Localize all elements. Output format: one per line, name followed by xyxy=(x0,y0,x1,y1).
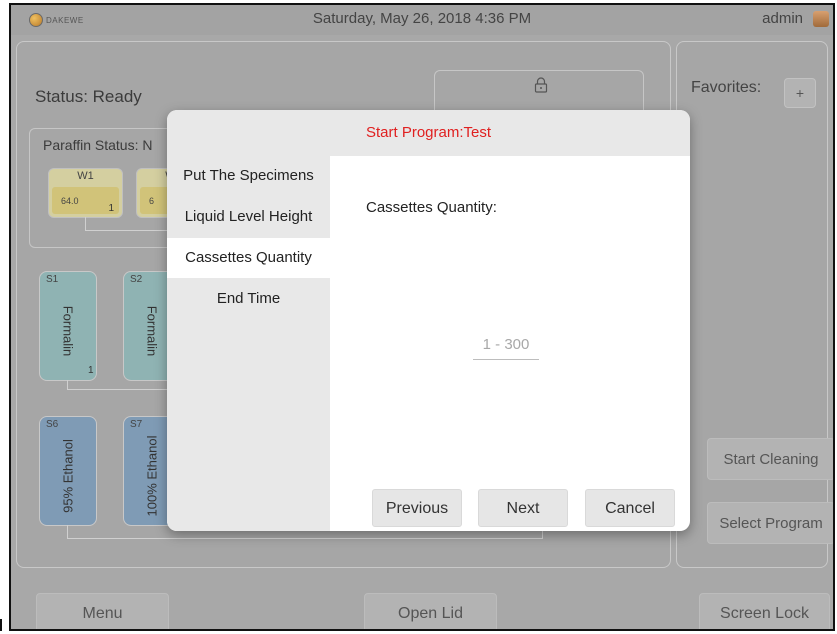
start-cleaning-button[interactable]: Start Cleaning xyxy=(707,438,833,480)
dialog-title: Start Program:Test xyxy=(167,110,690,156)
add-favorite-button[interactable]: + xyxy=(784,78,816,108)
tank-tag: S1 xyxy=(46,274,59,285)
tank-tag: S7 xyxy=(130,419,143,430)
tank-tag: S2 xyxy=(130,274,143,285)
step-navigation: Put The Specimens Liquid Level Height Ca… xyxy=(167,156,330,531)
tank-temperature: 64.0 xyxy=(61,196,79,206)
user-name[interactable]: admin xyxy=(762,10,803,27)
start-program-dialog: Start Program:Test Put The Specimens Liq… xyxy=(167,110,690,531)
screen-lock-button[interactable]: Screen Lock xyxy=(699,593,830,629)
side-panel xyxy=(676,41,828,568)
tank-tag: S6 xyxy=(46,419,59,430)
top-bar: DAKEWE Saturday, May 26, 2018 4:36 PM ad… xyxy=(11,5,833,35)
cassettes-quantity-input[interactable] xyxy=(473,330,539,360)
lock-icon xyxy=(534,77,548,93)
step-liquid-level-height[interactable]: Liquid Level Height xyxy=(167,197,330,237)
reagent-name: Formalin xyxy=(144,306,160,357)
step-end-time[interactable]: End Time xyxy=(167,279,330,319)
reagent-name: Formalin xyxy=(60,306,76,357)
edge-mark xyxy=(0,619,3,631)
status-text: Status: Ready xyxy=(35,87,142,106)
paraffin-status-label: Paraffin Status: N xyxy=(43,137,153,153)
tank-count: 1 xyxy=(88,365,94,376)
reagent-name: 100% Ethanol xyxy=(144,435,160,517)
step-cassettes-quantity[interactable]: Cassettes Quantity xyxy=(167,238,330,278)
select-program-button[interactable]: Select Program xyxy=(707,502,833,544)
previous-button[interactable]: Previous xyxy=(372,489,462,527)
tank-label: W1 xyxy=(77,170,94,182)
wax-tank-w1[interactable]: W1 64.0 1 xyxy=(48,168,123,218)
user-avatar-icon[interactable] xyxy=(813,11,829,27)
cancel-button[interactable]: Cancel xyxy=(585,489,675,527)
tank-temperature: 6 xyxy=(149,196,155,206)
reagent-name: 95% Ethanol xyxy=(60,439,76,514)
favorites-label: Favorites: xyxy=(691,79,762,96)
open-lid-button[interactable]: Open Lid xyxy=(364,593,497,629)
date-time: Saturday, May 26, 2018 4:36 PM xyxy=(312,10,532,27)
tank-count: 1 xyxy=(108,203,114,214)
cassettes-quantity-label: Cassettes Quantity: xyxy=(366,199,497,216)
reagent-tank-s1[interactable]: S1 Formalin 1 xyxy=(39,271,97,381)
menu-button[interactable]: Menu xyxy=(36,593,169,629)
reagent-tank-s6[interactable]: S6 95% Ethanol xyxy=(39,416,97,526)
step-put-specimens[interactable]: Put The Specimens xyxy=(167,156,330,196)
next-button[interactable]: Next xyxy=(478,489,568,527)
